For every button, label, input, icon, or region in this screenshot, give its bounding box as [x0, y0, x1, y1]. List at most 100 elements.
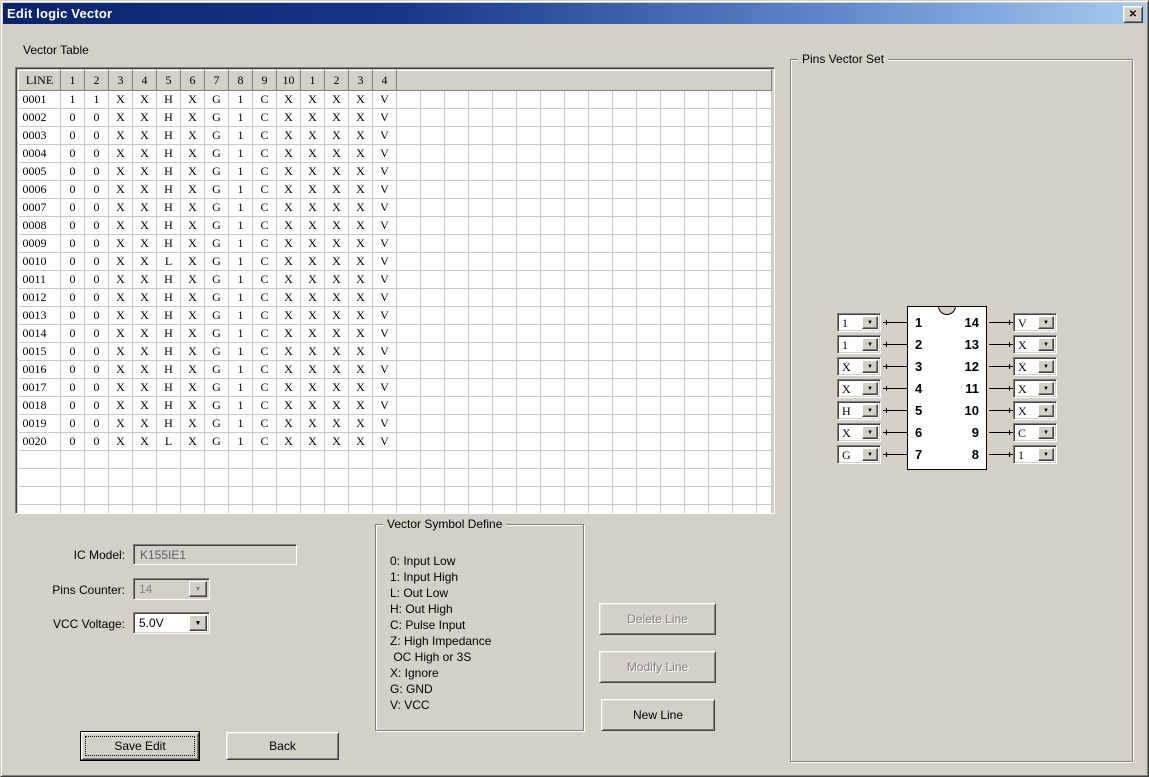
vector-cell[interactable]	[420, 270, 445, 289]
vector-cell[interactable]	[396, 324, 421, 343]
vector-cell[interactable]	[684, 396, 709, 415]
line-number-cell[interactable]: 0019	[18, 414, 61, 433]
vector-cell[interactable]: 0	[84, 180, 109, 199]
vector-cell[interactable]	[444, 144, 469, 163]
table-row[interactable]: 0020 0 0 X X L X G 1 C X X X X V	[18, 432, 772, 451]
vector-cell[interactable]: X	[348, 288, 373, 307]
vector-cell[interactable]: X	[300, 144, 325, 163]
vector-cell[interactable]	[684, 504, 709, 513]
vector-cell[interactable]	[660, 414, 685, 433]
vector-cell[interactable]: G	[204, 126, 229, 145]
vector-cell[interactable]	[732, 342, 757, 361]
vector-cell[interactable]	[612, 450, 637, 469]
vector-cell[interactable]: X	[108, 126, 133, 145]
vector-cell[interactable]	[564, 234, 589, 253]
vector-cell[interactable]	[588, 504, 613, 513]
table-row[interactable]: 0006 0 0 X X H X G 1 C X X X X V	[18, 180, 772, 199]
vector-cell[interactable]: X	[276, 288, 301, 307]
vector-cell[interactable]	[588, 414, 613, 433]
vector-cell[interactable]	[708, 468, 733, 487]
vector-cell[interactable]: V	[372, 306, 397, 325]
vector-cell[interactable]: H	[156, 144, 181, 163]
vector-cell[interactable]	[732, 126, 757, 145]
vector-cell[interactable]	[612, 198, 637, 217]
vector-cell[interactable]: X	[180, 432, 205, 451]
vector-cell[interactable]	[636, 180, 661, 199]
vector-cell[interactable]	[660, 450, 685, 469]
chevron-down-icon[interactable]: ▼	[1038, 360, 1054, 373]
vector-cell[interactable]: X	[132, 90, 157, 109]
vector-cell[interactable]	[540, 396, 565, 415]
vector-cell[interactable]	[516, 486, 541, 505]
vector-cell[interactable]: 1	[60, 90, 85, 109]
vector-cell[interactable]	[492, 126, 517, 145]
table-row-empty[interactable]	[18, 468, 772, 487]
vector-cell[interactable]	[732, 414, 757, 433]
vector-cell[interactable]	[588, 378, 613, 397]
vector-cell[interactable]	[564, 396, 589, 415]
vector-cell[interactable]: X	[348, 414, 373, 433]
vector-cell[interactable]	[636, 450, 661, 469]
vector-cell[interactable]	[612, 306, 637, 325]
line-number-cell[interactable]: 0017	[18, 378, 61, 397]
vector-cell[interactable]	[588, 180, 613, 199]
vector-cell[interactable]: X	[300, 306, 325, 325]
pin-9-value-select[interactable]: C ▼	[1013, 423, 1057, 442]
vector-cell[interactable]: V	[372, 378, 397, 397]
vector-cell[interactable]	[540, 252, 565, 271]
vector-cell[interactable]: X	[324, 288, 349, 307]
vector-cell[interactable]	[396, 198, 421, 217]
vector-cell[interactable]: X	[276, 432, 301, 451]
vector-cell[interactable]: C	[252, 378, 277, 397]
vector-cell[interactable]	[756, 342, 772, 361]
vector-cell[interactable]	[468, 324, 493, 343]
vector-cell[interactable]: X	[108, 90, 133, 109]
vector-cell[interactable]	[516, 342, 541, 361]
vector-cell[interactable]: X	[132, 396, 157, 415]
vector-cell[interactable]	[516, 144, 541, 163]
vector-cell[interactable]	[636, 270, 661, 289]
vector-cell[interactable]	[396, 108, 421, 127]
vector-cell[interactable]	[492, 108, 517, 127]
table-row-empty[interactable]	[18, 450, 772, 469]
vector-cell[interactable]: X	[180, 396, 205, 415]
vector-cell[interactable]	[420, 162, 445, 181]
vector-cell[interactable]: C	[252, 432, 277, 451]
vector-cell[interactable]	[84, 486, 109, 505]
vector-cell[interactable]: 0	[60, 414, 85, 433]
vector-cell[interactable]	[468, 360, 493, 379]
vector-cell[interactable]	[468, 288, 493, 307]
vector-cell[interactable]	[444, 378, 469, 397]
vector-cell[interactable]	[252, 504, 277, 513]
vector-cell[interactable]: X	[300, 126, 325, 145]
vector-cell[interactable]	[396, 360, 421, 379]
vector-cell[interactable]	[324, 504, 349, 513]
vector-cell[interactable]	[396, 216, 421, 235]
vector-cell[interactable]	[612, 432, 637, 451]
vector-cell[interactable]	[492, 396, 517, 415]
vector-cell[interactable]: X	[180, 108, 205, 127]
vector-cell[interactable]	[564, 162, 589, 181]
vector-cell[interactable]: G	[204, 414, 229, 433]
chevron-down-icon[interactable]: ▼	[1038, 426, 1054, 439]
vector-cell[interactable]	[300, 504, 325, 513]
vector-cell[interactable]: X	[108, 306, 133, 325]
vector-cell[interactable]: 0	[84, 306, 109, 325]
vector-cell[interactable]	[636, 468, 661, 487]
chevron-down-icon[interactable]: ▼	[862, 426, 878, 439]
vector-cell[interactable]	[588, 468, 613, 487]
vector-cell[interactable]	[444, 486, 469, 505]
vector-cell[interactable]	[660, 162, 685, 181]
vector-cell[interactable]	[660, 342, 685, 361]
vector-cell[interactable]	[396, 504, 421, 513]
vector-cell[interactable]: X	[348, 126, 373, 145]
table-row[interactable]: 0001 1 1 X X H X G 1 C X X X X V	[18, 90, 772, 109]
vector-cell[interactable]: 0	[60, 324, 85, 343]
line-number-cell[interactable]: 0009	[18, 234, 61, 253]
close-button[interactable]: ✕	[1123, 6, 1143, 23]
vector-cell[interactable]: X	[180, 360, 205, 379]
vector-cell[interactable]: G	[204, 180, 229, 199]
vector-cell[interactable]: X	[132, 288, 157, 307]
vector-cell[interactable]	[396, 162, 421, 181]
vector-cell[interactable]	[516, 432, 541, 451]
